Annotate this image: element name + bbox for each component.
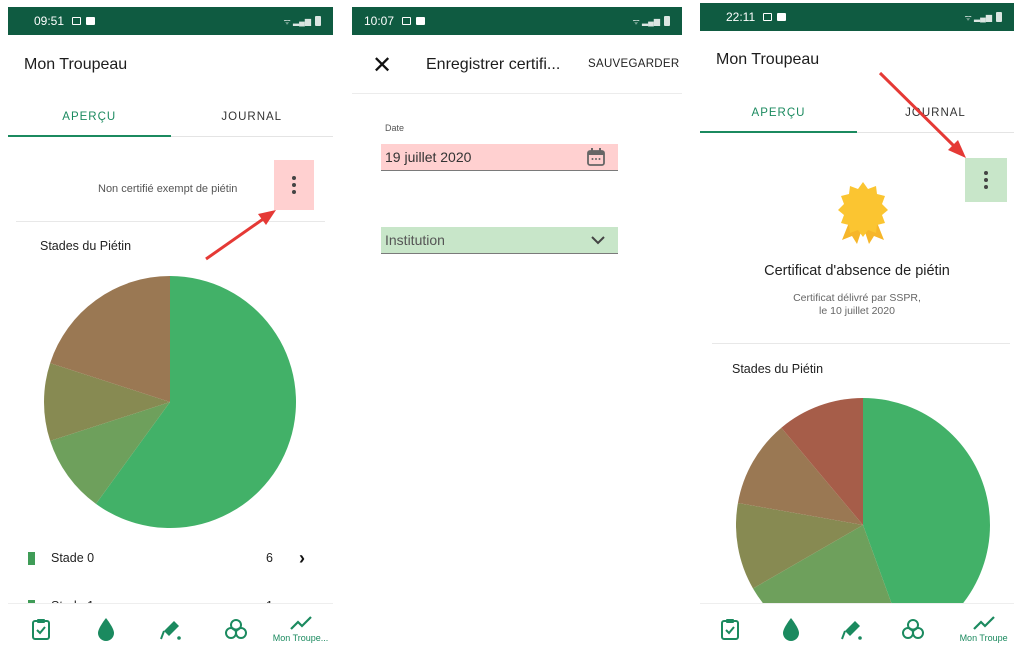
biohazard-icon	[224, 618, 247, 639]
drop-icon	[783, 617, 800, 641]
syringe-icon	[841, 620, 862, 640]
nav-treatment[interactable]	[762, 617, 820, 641]
overflow-menu-button[interactable]	[274, 160, 314, 210]
save-button[interactable]: SAUVEGARDER	[588, 58, 680, 70]
nav-lab[interactable]	[884, 618, 942, 640]
screen-overview-certified: 22:11 ᯤ ▂▄▆ Mon Troupeau APERÇU JOURNAL …	[700, 0, 1014, 653]
institution-select[interactable]: Institution	[381, 227, 618, 254]
divider	[16, 221, 325, 222]
menu-dot	[292, 176, 296, 180]
tab-apercu[interactable]: APERÇU	[8, 97, 171, 137]
overflow-menu-button[interactable]	[965, 158, 1007, 202]
page-title: Enregistrer certifi...	[426, 56, 561, 73]
signal-icon: ᯤ ▂▄▆	[632, 16, 661, 26]
nav-vaccination[interactable]	[142, 618, 200, 640]
section-title: Stades du Piétin	[732, 362, 824, 376]
calendar-icon[interactable]	[586, 147, 606, 167]
close-icon[interactable]: ✕	[372, 54, 392, 78]
bottom-navigation: Mon Troupe	[700, 603, 1014, 653]
nav-my-herd[interactable]: Mon Troupe	[955, 615, 1013, 643]
legend-row-stade-0[interactable]: Stade 0 6 ›	[28, 546, 305, 570]
app-notification-icon	[86, 17, 96, 25]
stage-pie-chart	[43, 276, 296, 528]
trend-icon	[972, 615, 995, 630]
date-value: 19 juillet 2020	[385, 149, 472, 165]
divider	[712, 343, 1010, 344]
status-indicators: ᯤ ▂▄▆	[632, 16, 670, 27]
date-label: Date	[385, 123, 405, 133]
menu-dot	[984, 171, 988, 175]
app-notification-icon	[777, 13, 787, 21]
status-time: 09:51	[34, 14, 65, 28]
nav-my-herd[interactable]: Mon Troupe...	[272, 615, 330, 643]
menu-dot	[292, 190, 296, 194]
institution-placeholder: Institution	[385, 232, 445, 248]
tab-bar: APERÇU JOURNAL	[700, 93, 1014, 133]
nav-label: Mon Troupe	[959, 632, 1008, 643]
legend-label: Stade 0	[51, 551, 95, 565]
pie-svg	[43, 276, 296, 528]
status-bar: 09:51 ᯤ ▂▄▆	[8, 7, 333, 35]
clipboard-check-icon	[31, 618, 50, 640]
certificate-date: le 10 juillet 2020	[819, 305, 895, 317]
section-title: Stades du Piétin	[40, 239, 132, 253]
gallery-notification-icon	[72, 17, 82, 25]
status-indicators: ᯤ ▂▄▆	[964, 12, 1002, 23]
syringe-icon	[159, 620, 181, 640]
clipboard-check-icon	[721, 618, 740, 640]
legend-swatch	[28, 551, 35, 565]
page-title: Mon Troupeau	[24, 56, 128, 73]
battery-icon	[315, 16, 321, 26]
app-notification-icon	[416, 17, 426, 25]
chevron-right-icon: ›	[299, 547, 305, 568]
status-bar: 10:07 ᯤ ▂▄▆	[352, 7, 682, 35]
gallery-notification-icon	[402, 17, 412, 25]
certificate-issuer: Certificat délivré par SSPR,	[793, 292, 921, 304]
nav-label: Mon Troupe...	[272, 632, 329, 643]
drop-icon	[97, 617, 114, 641]
battery-icon	[996, 12, 1002, 22]
status-time: 10:07	[364, 14, 395, 28]
nav-examination[interactable]	[12, 618, 70, 640]
tab-journal[interactable]: JOURNAL	[857, 93, 1014, 132]
nav-vaccination[interactable]	[823, 618, 881, 640]
status-bar: 22:11 ᯤ ▂▄▆	[700, 3, 1014, 31]
tab-bar: APERÇU JOURNAL	[8, 97, 333, 137]
divider	[352, 93, 682, 94]
status-time: 22:11	[726, 10, 756, 24]
menu-dot	[984, 185, 988, 189]
legend-count: 6	[266, 551, 273, 565]
nav-examination[interactable]	[701, 618, 759, 640]
biohazard-icon	[901, 618, 924, 639]
nav-treatment[interactable]	[77, 617, 135, 641]
screen-record-certificate: 10:07 ᯤ ▂▄▆ ✕ Enregistrer certifi... SAU…	[352, 0, 682, 653]
page-title: Mon Troupeau	[716, 51, 820, 68]
certificate-badge-icon	[830, 180, 896, 251]
trend-icon	[289, 615, 312, 630]
menu-dot	[984, 178, 988, 182]
nav-lab[interactable]	[207, 618, 265, 640]
certificate-title: Certificat d'absence de piétin	[764, 263, 950, 279]
signal-icon: ᯤ ▂▄▆	[283, 16, 312, 26]
status-indicators: ᯤ ▂▄▆	[283, 16, 321, 27]
bottom-navigation: Mon Troupe...	[8, 603, 333, 653]
date-field[interactable]: 19 juillet 2020	[381, 144, 618, 171]
chevron-down-icon	[590, 235, 606, 245]
tab-journal[interactable]: JOURNAL	[171, 97, 334, 136]
gallery-notification-icon	[763, 13, 773, 21]
tab-apercu[interactable]: APERÇU	[700, 93, 857, 133]
signal-icon: ᯤ ▂▄▆	[964, 12, 993, 22]
battery-icon	[664, 16, 670, 26]
certificate-status: Non certifié exempt de piétin	[98, 183, 238, 195]
screen-overview-uncertified: 09:51 ᯤ ▂▄▆ Mon Troupeau APERÇU JOURNAL …	[8, 0, 333, 653]
menu-dot	[292, 183, 296, 187]
